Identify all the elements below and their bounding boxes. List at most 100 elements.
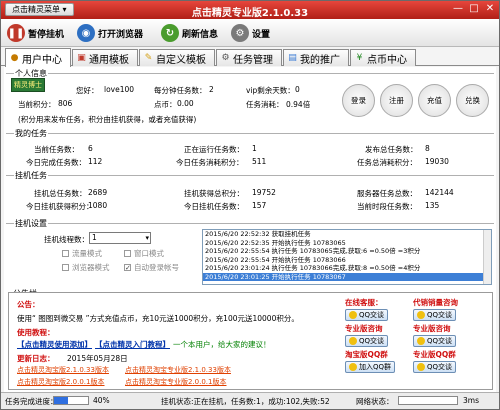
template-icon: ▣ <box>77 52 86 63</box>
version-link[interactable]: 点击精灵淘宝专业版2.1.0.33版本 <box>125 365 231 375</box>
checkbox-box: ✓ <box>124 264 131 272</box>
tutorial-link-1[interactable]: 【点击精灵使用添加】 <box>17 339 92 350</box>
user-center-panel: 个人信息 精灵博士 您好： love100 每分钟任务数： 2 vip剩余天数：… <box>4 67 496 393</box>
register-button[interactable]: 注册 <box>380 84 413 117</box>
open-browser-button[interactable]: ◉ 打开浏览器 <box>77 22 143 44</box>
log-line: 2015/6/20 22:55:54 执行任务 10783065完成,获取:6 … <box>205 247 421 255</box>
exchange-button[interactable]: 兑换 <box>456 84 489 117</box>
qq-icon <box>417 311 425 319</box>
task-progress-bar <box>53 396 89 405</box>
version-link[interactable]: 点击精灵淘宝版2.1.0.33版本 <box>17 365 109 375</box>
checkbox-box <box>62 250 69 257</box>
today-earned-label: 今日挂机获得积分： <box>26 202 94 211</box>
coin-icon: ¥ <box>356 52 363 63</box>
pro-consult-label-2: 专业版咨询 <box>413 324 451 333</box>
version-link[interactable]: 点击精灵淘宝专业版2.0.0.1版本 <box>125 377 227 387</box>
hangup-log-list[interactable]: 2015/6/20 22:52:32 获取挂机任务 2015/6/20 22:5… <box>202 229 492 285</box>
tab-label: 我的推广 <box>300 54 340 66</box>
running-tasks-value: 1 <box>252 144 257 153</box>
close-button[interactable]: ✕ <box>483 3 497 16</box>
browser-icon: ◉ <box>77 24 95 42</box>
tab-general-template[interactable]: ▣ 通用模板 <box>72 49 138 66</box>
tab-label: 点币中心 <box>367 54 407 66</box>
window-mode-checkbox[interactable]: 窗口模式 <box>124 248 164 259</box>
qq-label: QQ交谈 <box>427 337 453 345</box>
points-note: (积分用来发布任务，积分由挂机获得，或者充值获得) <box>18 115 197 124</box>
checkbox-label: 流量模式 <box>72 249 102 258</box>
tab-label: 任务管理 <box>233 54 273 66</box>
vip-days-label: vip剩余天数： <box>246 86 295 95</box>
coins-label: 点币： <box>154 100 177 109</box>
current-tasks-label: 当前任务数： <box>34 145 79 154</box>
today-cost-label: 今日任务消耗积分： <box>176 158 244 167</box>
update-log-label: 更新日志： <box>17 354 55 363</box>
hangup-state-text: 挂机状态:正在挂机，任务数:1，成功:102,失败:52 <box>161 397 330 406</box>
per-minute-label: 每分钟任务数： <box>154 86 207 95</box>
notice-heading: 公告： <box>17 300 40 309</box>
points-label: 当前积分： <box>18 100 56 109</box>
pro-consult-label: 专业版咨询 <box>345 324 383 333</box>
group-title: 我的任务 <box>14 128 48 139</box>
network-bar <box>398 396 458 405</box>
qq-icon <box>417 363 425 371</box>
level-badge: 精灵博士 <box>11 77 45 92</box>
settings-label: 设置 <box>252 29 271 40</box>
per-minute-value: 2 <box>209 85 214 94</box>
refresh-icon: ↻ <box>161 24 179 42</box>
tab-user-center[interactable]: ● 用户中心 <box>5 48 71 67</box>
qq-chat-button[interactable]: QQ交谈 <box>345 335 389 347</box>
pause-hangup-button[interactable]: ❚❚ 暂停挂机 <box>7 22 64 44</box>
qq-chat-button[interactable]: QQ交谈 <box>413 335 457 347</box>
auto-login-checkbox[interactable]: ✓ 自动登录帐号 <box>124 262 179 273</box>
checkbox-label: 自动登录帐号 <box>134 263 179 272</box>
threads-value: 1 <box>92 233 97 242</box>
traffic-mode-checkbox[interactable]: 流量模式 <box>62 248 102 259</box>
coins-value: 0.00 <box>177 99 194 108</box>
qq-label: QQ交谈 <box>427 311 453 319</box>
tab-custom-template[interactable]: ✎ 自定义模板 <box>139 49 215 66</box>
version-link[interactable]: 点击精灵淘宝版2.0.0.1版本 <box>17 377 105 387</box>
user-avatar: 精灵博士 <box>11 77 71 92</box>
maximize-button[interactable]: □ <box>467 3 481 16</box>
qq-label: QQ交谈 <box>359 337 385 345</box>
tab-my-promotion[interactable]: ▤ 我的推广 <box>283 49 349 66</box>
qq-chat-button[interactable]: QQ交谈 <box>345 309 389 321</box>
join-qq-label: 加入QQ群 <box>359 363 392 371</box>
total-cost-label: 任务总消耗积分： <box>357 158 417 167</box>
running-tasks-label: 正在运行任务数： <box>184 145 244 154</box>
tutorial-tip[interactable]: 一个本用户，给大家的建议！ <box>173 339 271 350</box>
today-done-value: 112 <box>88 157 103 166</box>
log-scrollbar[interactable] <box>483 230 491 284</box>
qq-icon <box>349 337 357 345</box>
qq-chat-button[interactable]: QQ交谈 <box>413 361 457 373</box>
hello-label: 您好： <box>76 86 99 95</box>
promotion-icon: ▤ <box>288 52 297 63</box>
settings-button[interactable]: ⚙ 设置 <box>231 22 270 44</box>
current-hour-label: 当前时段任务数： <box>357 202 417 211</box>
checkbox-box <box>124 250 131 257</box>
status-bar: 任务完成进度： 40% 挂机状态:正在挂机，任务数:1，成功:102,失败:52… <box>1 392 499 409</box>
browser-mode-checkbox[interactable]: 浏览器模式 <box>62 262 110 273</box>
task-gear-icon: ⚙ <box>221 52 230 63</box>
login-button[interactable]: 登录 <box>342 84 375 117</box>
tab-coin-center[interactable]: ¥ 点币中心 <box>350 49 416 66</box>
tutorial-link-2[interactable]: 【点击精灵入门教程】 <box>95 339 170 350</box>
log-line: 2015/6/20 22:52:35 开始执行任务 10783065 <box>205 238 346 247</box>
current-tasks-value: 6 <box>88 144 93 153</box>
threads-select[interactable]: 1 ▾ <box>89 232 151 244</box>
title-bar[interactable]: 点击精灵菜单 ▾ 点击精灵专业版2.1.0.33 — □ ✕ <box>1 1 499 19</box>
tab-task-manage[interactable]: ⚙ 任务管理 <box>216 49 282 66</box>
published-tasks-label: 发布总任务数： <box>365 145 418 154</box>
qq-chat-button[interactable]: QQ交谈 <box>413 309 457 321</box>
hangup-total-label: 挂机总任务数： <box>34 189 87 198</box>
log-line: 2015/6/20 22:52:32 获取挂机任务 <box>205 230 311 238</box>
refresh-button[interactable]: ↻ 刷新信息 <box>161 22 218 44</box>
join-qq-group-button[interactable]: 加入QQ群 <box>345 361 396 373</box>
log-line: 2015/6/20 22:55:54 开始执行任务 10783066 <box>205 255 346 264</box>
progress-label: 任务完成进度： <box>5 397 58 406</box>
qq-label: QQ交谈 <box>427 363 453 371</box>
custom-template-icon: ✎ <box>144 52 153 63</box>
checkbox-label: 窗口模式 <box>134 249 164 258</box>
minimize-button[interactable]: — <box>451 3 465 16</box>
recharge-button[interactable]: 充值 <box>418 84 451 117</box>
